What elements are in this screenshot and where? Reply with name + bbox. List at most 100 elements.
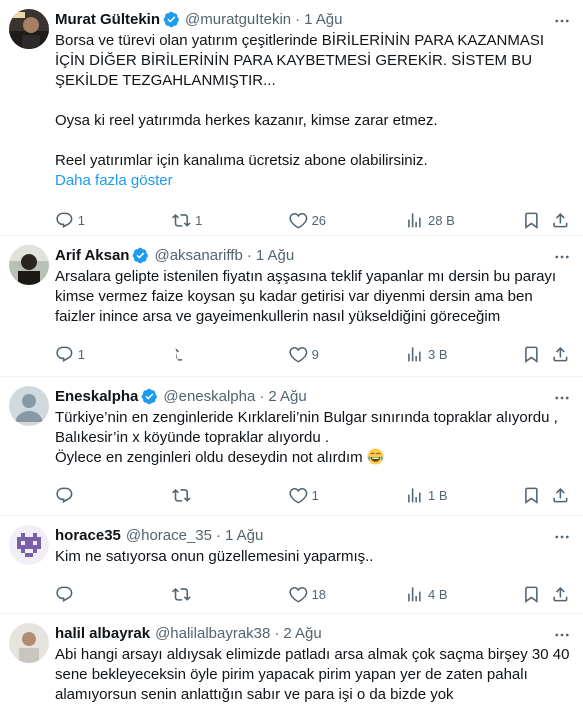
share-icon — [553, 586, 568, 602]
avatar[interactable] — [9, 525, 49, 565]
more-icon[interactable] — [553, 248, 571, 266]
reply-icon — [56, 586, 73, 602]
separator-dot: · — [246, 246, 252, 264]
bookmark-icon — [524, 487, 538, 504]
more-icon[interactable] — [553, 12, 571, 30]
tweet-header: Eneskalpha @eneskalpha · 2 Ağu — [55, 386, 571, 406]
author-name[interactable]: Eneskalpha — [55, 388, 138, 405]
bookmark-icon — [524, 346, 538, 363]
tweet-header: Arif Aksan @aksanariffb · 1 Ağu — [55, 245, 571, 265]
like-count: 18 — [311, 586, 327, 602]
like-button[interactable]: 1 — [289, 486, 405, 505]
views-count: 4 B — [428, 586, 448, 602]
bookmark-button[interactable] — [522, 486, 552, 505]
tweet-text: Türkiye’nin en zenginleride Kırklareli’n… — [55, 408, 571, 468]
tweet-header: halil albayrak @halilalbayrak38 · 2 Ağu — [55, 623, 571, 643]
reply-button[interactable]: 1 — [55, 345, 172, 364]
share-button[interactable] — [551, 211, 571, 230]
tweet[interactable]: halil albayrak @halilalbayrak38 · 2 Ağu … — [0, 614, 583, 719]
tweet[interactable]: Arif Aksan @aksanariffb · 1 Ağu Arsalara… — [0, 236, 583, 377]
tweet-time[interactable]: 2 Ağu — [283, 625, 321, 642]
tweet-actions: 1 9 3 B — [55, 337, 571, 371]
retweet-count: 1 — [195, 212, 203, 228]
share-icon — [553, 487, 568, 503]
views-count: 3 B — [428, 346, 448, 362]
views-icon — [408, 346, 421, 362]
author-name[interactable]: halil albayrak — [55, 625, 150, 642]
like-count: 1 — [311, 487, 319, 503]
author-name[interactable]: Arif Aksan — [55, 247, 129, 264]
reply-button[interactable] — [55, 486, 172, 505]
tweet-text: Abi hangi arsayı aldıysak elimizde patla… — [55, 646, 570, 703]
heart-icon — [289, 212, 308, 229]
tweet-feed: Murat Gültekin @muratguItekin · 1 Ağu Bo… — [0, 0, 583, 719]
heart-icon — [289, 346, 308, 363]
avatar[interactable] — [9, 9, 49, 49]
tweet-text-content: Türkiye’nin en zenginleride Kırklareli’n… — [55, 409, 558, 466]
bookmark-button[interactable] — [522, 211, 552, 230]
views-button[interactable]: 1 B — [405, 486, 521, 505]
tweet-header: horace35 @horace_35 · 1 Ağu — [55, 525, 571, 545]
reply-count: 1 — [77, 346, 85, 362]
separator-dot: · — [259, 387, 265, 405]
tweet-text: Borsa ve türevi olan yatırım çeşitlerind… — [55, 32, 545, 169]
like-button[interactable]: 26 — [289, 211, 405, 230]
more-icon[interactable] — [553, 389, 571, 407]
retweet-button[interactable] — [172, 585, 288, 604]
reply-button[interactable] — [55, 585, 172, 604]
separator-dot: · — [274, 624, 280, 642]
separator-dot: · — [216, 526, 221, 544]
retweet-icon — [172, 488, 192, 502]
tweet-actions: 18 4 B — [55, 577, 571, 611]
tweet-actions: 1 1 B — [55, 478, 571, 512]
like-button[interactable]: 9 — [289, 345, 405, 364]
retweet-button[interactable] — [172, 345, 288, 364]
tweet-time[interactable]: 1 Ağu — [225, 527, 263, 544]
share-icon — [553, 212, 568, 228]
bookmark-button[interactable] — [522, 585, 552, 604]
author-handle[interactable]: @horace_35 — [126, 527, 212, 544]
views-button[interactable]: 3 B — [405, 345, 521, 364]
like-button[interactable]: 18 — [289, 585, 405, 604]
author-handle[interactable]: @eneskalpha — [163, 388, 255, 405]
views-count: 1 B — [428, 487, 448, 503]
share-button[interactable] — [551, 345, 571, 364]
reply-icon — [56, 487, 73, 503]
share-icon — [553, 346, 568, 362]
views-button[interactable]: 28 B — [405, 211, 521, 230]
avatar[interactable] — [9, 623, 49, 663]
avatar[interactable] — [9, 386, 49, 426]
avatar[interactable] — [9, 245, 49, 285]
show-more-link[interactable]: Daha fazla göster — [55, 171, 173, 191]
heart-icon — [289, 586, 308, 603]
author-handle[interactable]: @halilalbayrak38 — [155, 625, 270, 642]
retweet-icon — [175, 347, 183, 361]
more-icon[interactable] — [553, 626, 571, 644]
author-handle[interactable]: @aksanariffb — [154, 247, 242, 264]
tweet[interactable]: Eneskalpha @eneskalpha · 2 Ağu Türkiye’n… — [0, 377, 583, 516]
bookmark-icon — [524, 586, 538, 603]
separator-dot: · — [295, 10, 301, 28]
like-count: 26 — [311, 212, 327, 228]
author-handle[interactable]: @muratguItekin — [185, 11, 291, 28]
more-icon[interactable] — [553, 528, 571, 546]
verified-badge-icon — [133, 247, 149, 263]
share-button[interactable] — [551, 486, 571, 505]
views-icon — [408, 212, 421, 228]
author-name[interactable]: Murat Gültekin — [55, 11, 160, 28]
tweet-time[interactable]: 2 Ağu — [268, 388, 306, 405]
retweet-button[interactable] — [172, 486, 288, 505]
tweet-time[interactable]: 1 Ağu — [304, 11, 342, 28]
bookmark-button[interactable] — [522, 345, 552, 364]
tweet[interactable]: horace35 @horace_35 · 1 Ağu Kim ne satıy… — [0, 516, 583, 614]
retweet-button[interactable]: 1 — [172, 211, 288, 230]
reply-icon — [56, 346, 73, 362]
views-button[interactable]: 4 B — [405, 585, 521, 604]
verified-badge-icon — [141, 388, 158, 404]
tweet[interactable]: Murat Gültekin @muratguItekin · 1 Ağu Bo… — [0, 0, 583, 236]
like-count: 9 — [311, 346, 319, 362]
author-name[interactable]: horace35 — [55, 527, 121, 544]
share-button[interactable] — [551, 585, 571, 604]
tweet-time[interactable]: 1 Ağu — [256, 247, 294, 264]
reply-button[interactable]: 1 — [55, 211, 172, 230]
